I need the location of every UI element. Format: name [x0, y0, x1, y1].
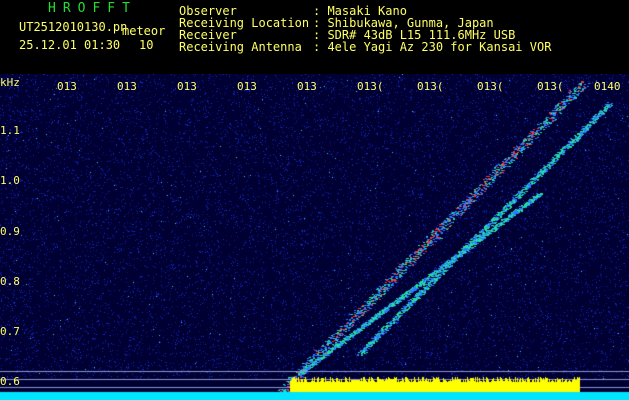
datetime-label: 25.12.01 01:30 [19, 38, 121, 52]
time-tick-label: 013( [357, 80, 384, 93]
time-tick-label: 013 [237, 80, 257, 93]
time-tick-label: 013 [177, 80, 197, 93]
filename-label: UT2512010130.pn [19, 20, 128, 34]
count-label: 10 [139, 38, 154, 52]
freq-unit-label: kHz [0, 76, 20, 89]
antenna-label: Receiving Antenna [179, 40, 302, 54]
time-tick-label: 013 [57, 80, 77, 93]
app-brand: HROFFT [48, 1, 137, 16]
y-tick-label: 1.0 [0, 174, 20, 187]
spectrogram-canvas [0, 74, 629, 400]
y-tick-label: 1.1 [0, 124, 20, 137]
mode-label: meteor [122, 24, 166, 38]
y-tick-label: 0.9 [0, 225, 20, 238]
y-tick-label: 0.8 [0, 275, 20, 288]
time-tick-label: 013 [117, 80, 137, 93]
y-tick-label: 0.6 [0, 375, 20, 388]
y-tick-label: 0.7 [0, 325, 20, 338]
time-tick-label: 013( [537, 80, 564, 93]
header-panel: HROFFT UT2512010130.pn meteor 25.12.01 0… [0, 0, 629, 74]
time-tick-label: 013( [477, 80, 504, 93]
time-tick-label: 0140 [594, 80, 621, 93]
time-tick-label: 013 [297, 80, 317, 93]
time-tick-label: 013( [417, 80, 444, 93]
antenna-value: : 4ele Yagi Az 230 for Kansai VOR [313, 40, 552, 54]
